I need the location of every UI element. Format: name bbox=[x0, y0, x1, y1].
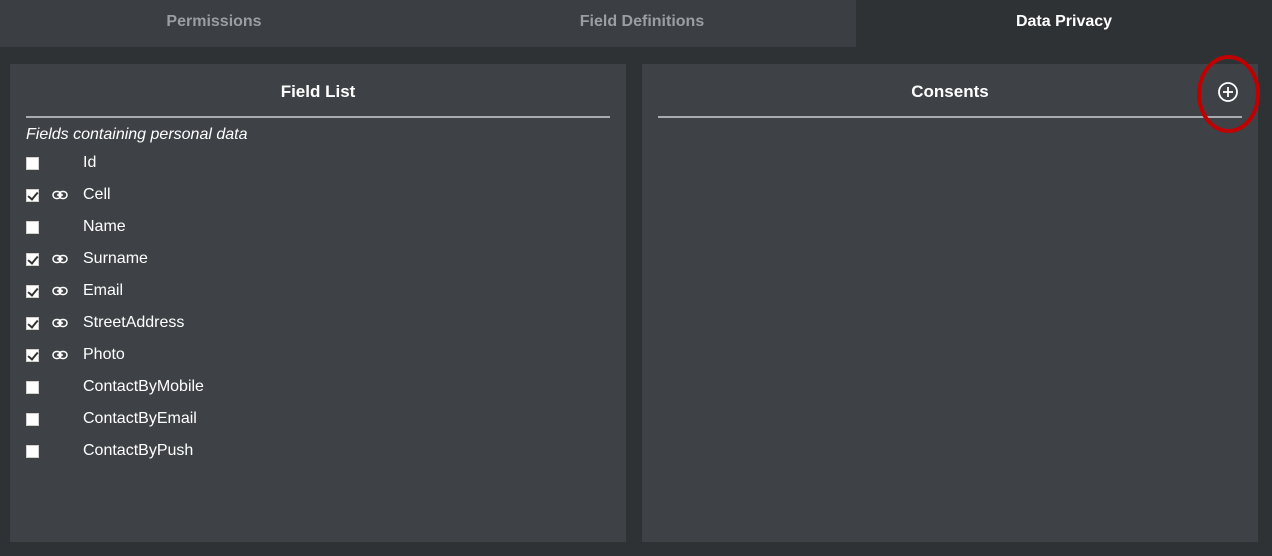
field-checkbox[interactable] bbox=[26, 445, 39, 458]
consents-panel: Consents bbox=[642, 64, 1258, 542]
link-icon[interactable] bbox=[52, 254, 68, 264]
field-checkbox[interactable] bbox=[26, 285, 39, 298]
field-list-subtitle: Fields containing personal data bbox=[26, 126, 248, 143]
plus-circle-icon[interactable] bbox=[1217, 81, 1239, 103]
list-item: Surname bbox=[26, 244, 606, 276]
list-item: Id bbox=[26, 148, 606, 180]
field-list-title: Field List bbox=[26, 64, 610, 118]
field-label: Cell bbox=[83, 186, 111, 203]
link-icon[interactable] bbox=[52, 190, 68, 200]
field-label: Photo bbox=[83, 346, 125, 363]
list-item: ContactByEmail bbox=[26, 404, 606, 436]
field-label: StreetAddress bbox=[83, 314, 185, 331]
field-checkbox[interactable] bbox=[26, 253, 39, 266]
checkmark-icon bbox=[27, 189, 39, 201]
field-checkbox[interactable] bbox=[26, 157, 39, 170]
list-item: Photo bbox=[26, 340, 606, 372]
field-checkbox[interactable] bbox=[26, 349, 39, 362]
field-list: Id Cell Name Surname Email StreetAddress Photo… bbox=[26, 148, 606, 468]
list-item: Name bbox=[26, 212, 606, 244]
field-checkbox[interactable] bbox=[26, 189, 39, 202]
link-icon[interactable] bbox=[52, 286, 68, 296]
checkmark-icon bbox=[27, 253, 39, 265]
field-label: ContactByEmail bbox=[83, 410, 197, 427]
checkmark-icon bbox=[27, 349, 39, 361]
field-label: ContactByMobile bbox=[83, 378, 204, 395]
field-label: Name bbox=[83, 218, 126, 235]
list-item: Email bbox=[26, 276, 606, 308]
tab-permissions[interactable]: Permissions bbox=[0, 0, 428, 47]
field-label: Id bbox=[83, 154, 97, 171]
field-checkbox[interactable] bbox=[26, 381, 39, 394]
field-label: ContactByPush bbox=[83, 442, 194, 459]
checkmark-icon bbox=[27, 317, 39, 329]
list-item: ContactByMobile bbox=[26, 372, 606, 404]
link-icon[interactable] bbox=[52, 318, 68, 328]
list-item: StreetAddress bbox=[26, 308, 606, 340]
checkmark-icon bbox=[27, 285, 39, 297]
link-icon[interactable] bbox=[52, 350, 68, 360]
field-checkbox[interactable] bbox=[26, 317, 39, 330]
field-label: Surname bbox=[83, 250, 148, 267]
field-checkbox[interactable] bbox=[26, 413, 39, 426]
field-list-panel: Field List Fields containing personal da… bbox=[10, 64, 626, 542]
tab-field-definitions[interactable]: Field Definitions bbox=[428, 0, 856, 47]
field-checkbox[interactable] bbox=[26, 221, 39, 234]
list-item: ContactByPush bbox=[26, 436, 606, 468]
tab-bar: Permissions Field Definitions Data Priva… bbox=[0, 0, 1272, 47]
field-label: Email bbox=[83, 282, 124, 299]
consents-title: Consents bbox=[658, 64, 1242, 118]
tab-data-privacy[interactable]: Data Privacy bbox=[856, 0, 1272, 47]
list-item: Cell bbox=[26, 180, 606, 212]
